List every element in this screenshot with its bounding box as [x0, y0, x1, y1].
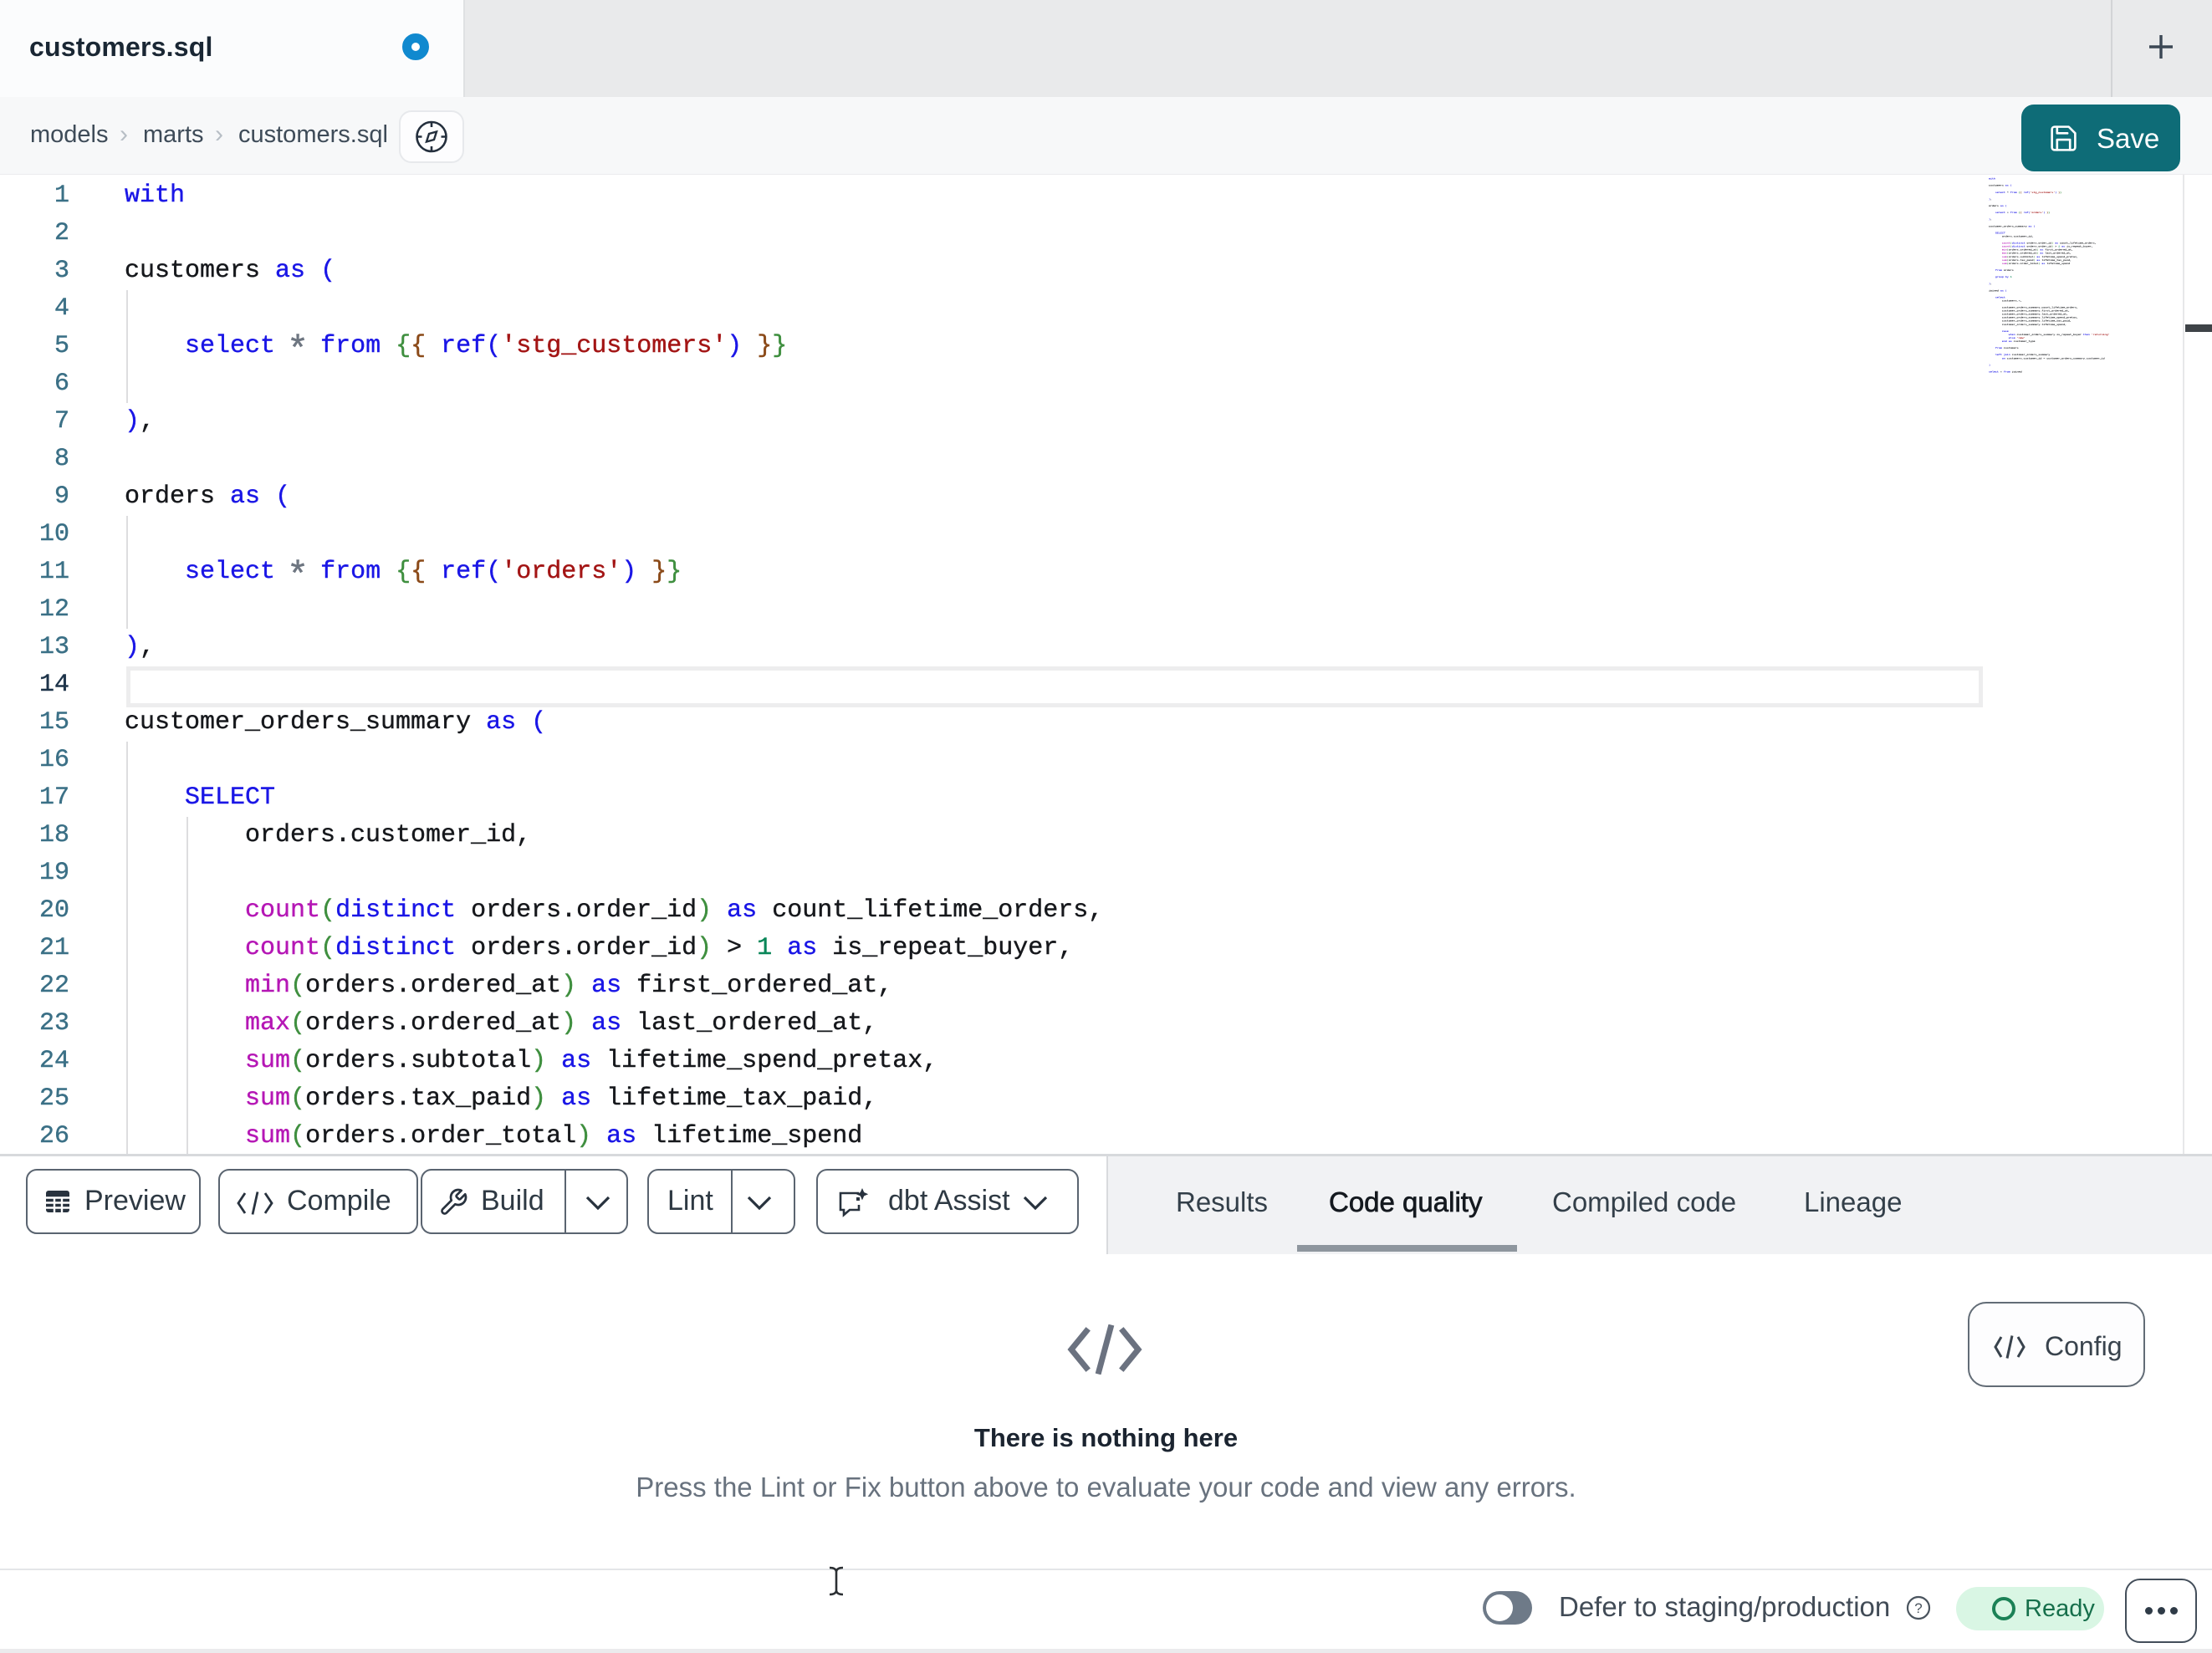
- svg-text:?: ?: [1914, 1600, 1922, 1616]
